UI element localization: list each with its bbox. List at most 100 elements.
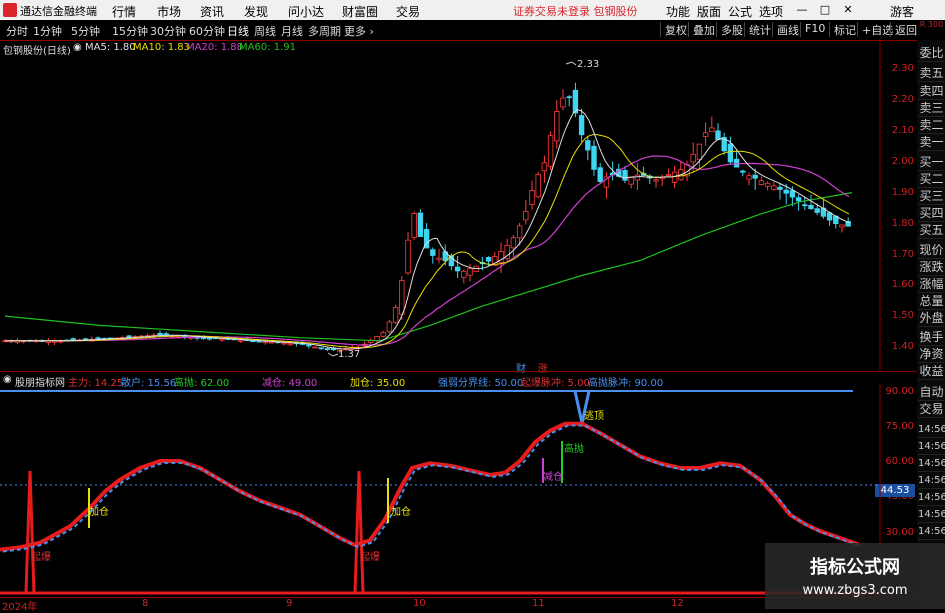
side-weibi[interactable]: 委比 xyxy=(918,46,945,62)
menu-shichang[interactable]: 市场 xyxy=(157,3,181,20)
period-tab-5min[interactable]: 5分钟 xyxy=(71,23,100,39)
candle-body xyxy=(733,158,740,168)
minimize-icon[interactable]: — xyxy=(795,3,809,17)
menu-jiaoyi[interactable]: 交易 xyxy=(396,3,420,20)
event-tag-zhang[interactable]: 涨 xyxy=(538,360,548,375)
candle-body xyxy=(783,189,789,194)
side-sell5[interactable]: 卖五 xyxy=(918,66,945,82)
candle-body xyxy=(597,167,603,182)
ma20-line xyxy=(5,155,850,346)
period-tab-daily[interactable]: 日线 xyxy=(227,23,249,39)
period-toolbar: 分时 1分钟 5分钟 15分钟 30分钟 60分钟 日线 周线 月线 多周期 更… xyxy=(0,20,945,41)
side-sell2[interactable]: 卖二 xyxy=(918,118,945,134)
guest-label[interactable]: 游客 xyxy=(890,3,914,20)
period-tab-multi[interactable]: 多周期 xyxy=(308,23,341,39)
side-time: 14:56 xyxy=(918,456,945,472)
candle-body xyxy=(653,179,659,182)
side-sell3[interactable]: 卖三 xyxy=(918,101,945,117)
side-zhangdie[interactable]: 涨跌 xyxy=(918,260,945,276)
candle-body xyxy=(256,340,262,343)
side-buy5[interactable]: 买五 xyxy=(918,223,945,239)
side-buy1[interactable]: 买一 xyxy=(918,155,945,171)
side-time: 14:56 xyxy=(918,507,945,523)
tool-xuanxiang[interactable]: 选项 xyxy=(759,3,783,20)
candle-body xyxy=(777,186,783,190)
corner-label: R 300 xyxy=(919,20,944,29)
more-label: 更多 xyxy=(344,25,366,38)
candle-body xyxy=(529,189,535,205)
event-tag-cai[interactable]: 财 xyxy=(516,360,526,375)
candle-body xyxy=(262,341,269,344)
date-tick: 12 xyxy=(671,598,684,609)
period-tab-15min[interactable]: 15分钟 xyxy=(112,23,148,39)
side-jingzi[interactable]: 净资 xyxy=(918,347,945,363)
btn-huaxian[interactable]: 画线 xyxy=(772,22,799,37)
menu-hangqing[interactable]: 行情 xyxy=(112,3,136,20)
period-tab-30min[interactable]: 30分钟 xyxy=(150,23,186,39)
maximize-icon[interactable]: □ xyxy=(818,3,832,17)
candle-body xyxy=(541,162,548,172)
candle-body xyxy=(467,268,473,276)
date-tick: 8 xyxy=(142,598,149,609)
side-buy4[interactable]: 买四 xyxy=(918,206,945,222)
btn-back[interactable]: 返回 xyxy=(890,22,917,37)
menu-wenxiaoda[interactable]: 问小达 xyxy=(288,3,324,20)
candle-body xyxy=(665,174,672,177)
side-sell4[interactable]: 卖四 xyxy=(918,84,945,100)
candlestick-chart[interactable] xyxy=(0,40,918,370)
candle-body xyxy=(802,204,808,207)
btn-duogu[interactable]: 多股 xyxy=(716,22,743,37)
candle-body xyxy=(430,249,436,256)
tool-gongshi[interactable]: 公式 xyxy=(728,3,752,20)
annotation-jiancang: 减仓 xyxy=(543,472,563,483)
menu-zixun[interactable]: 资讯 xyxy=(200,3,224,20)
period-tab-weekly[interactable]: 周线 xyxy=(254,23,276,39)
candle-body xyxy=(690,153,696,163)
side-xianjia[interactable]: 现价 xyxy=(918,243,945,259)
btn-f10[interactable]: F10 xyxy=(800,22,825,37)
period-tab-1min[interactable]: 1分钟 xyxy=(33,23,62,39)
side-waipan[interactable]: 外盘 xyxy=(918,311,945,327)
side-buy3[interactable]: 买三 xyxy=(918,189,945,205)
candle-body xyxy=(386,321,393,333)
side-zhangfu[interactable]: 涨幅 xyxy=(918,277,945,293)
close-icon[interactable]: ✕ xyxy=(841,3,855,17)
side-jiaoyi[interactable]: 交易 xyxy=(918,402,945,418)
btn-biaoji[interactable]: 标记 xyxy=(829,22,856,37)
btn-fuquan[interactable]: 复权 xyxy=(660,22,687,37)
period-tab-more[interactable]: 更多 › xyxy=(344,23,374,39)
side-shouyi[interactable]: 收益 xyxy=(918,364,945,380)
tool-gongneng[interactable]: 功能 xyxy=(666,3,690,20)
side-zongliang[interactable]: 总量 xyxy=(918,294,945,310)
trade-login-notice[interactable]: 证券交易未登录 包钢股份 xyxy=(513,3,638,19)
candle-body xyxy=(436,257,442,261)
annotation-jiacang-1: 加仓 xyxy=(89,507,109,518)
high-price-label: 2.33 xyxy=(577,59,600,70)
menu-caifuquan[interactable]: 财富圈 xyxy=(342,3,378,20)
candle-body xyxy=(715,130,721,140)
candle-body xyxy=(281,342,287,345)
period-tab-monthly[interactable]: 月线 xyxy=(281,23,303,39)
btn-tongji[interactable]: 统计 xyxy=(744,22,771,37)
candle-body xyxy=(547,135,554,167)
btn-diejia[interactable]: 叠加 xyxy=(688,22,715,37)
period-tab-fenshi[interactable]: 分时 xyxy=(6,23,28,39)
period-tab-60min[interactable]: 60分钟 xyxy=(189,23,225,39)
side-huanshou[interactable]: 换手 xyxy=(918,330,945,346)
menu-faxian[interactable]: 发现 xyxy=(244,3,268,20)
candle-body xyxy=(585,140,591,151)
candle-body xyxy=(380,332,386,337)
candle-body xyxy=(374,336,380,341)
side-sell1[interactable]: 卖一 xyxy=(918,135,945,151)
tool-banmian[interactable]: 版面 xyxy=(697,3,721,20)
candle-body xyxy=(634,174,641,181)
candle-body xyxy=(671,171,678,183)
pane-divider xyxy=(0,371,918,372)
side-zidong[interactable]: 自动 xyxy=(918,385,945,401)
btn-add-watchlist[interactable]: +自选 xyxy=(857,22,893,37)
candle-body xyxy=(200,337,207,340)
candles-group xyxy=(2,82,851,354)
watermark-title: 指标公式网 xyxy=(810,557,900,578)
watermark: 指标公式网 www.zbgs3.com xyxy=(765,543,945,609)
side-buy2[interactable]: 买二 xyxy=(918,172,945,188)
